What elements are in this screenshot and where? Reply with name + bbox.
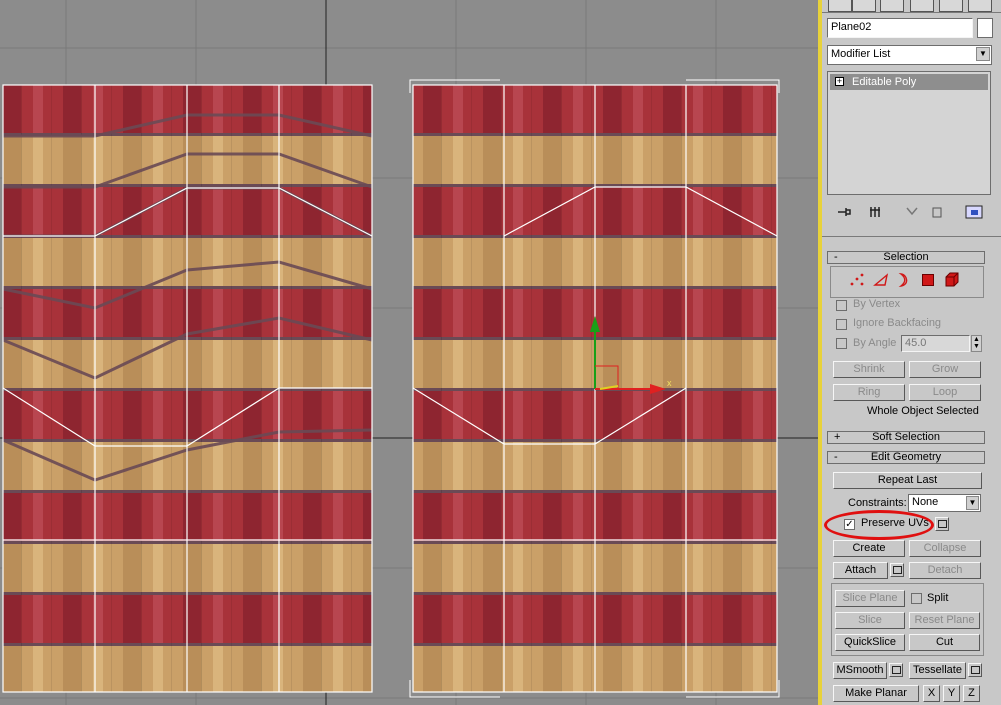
split-label: Split (927, 592, 949, 604)
edit-geometry-rollout-title: Edit Geometry (870, 451, 942, 463)
modify-tab-icon[interactable] (852, 0, 876, 12)
modifier-list-dropdown[interactable]: Modifier List ▼ (827, 45, 992, 65)
chevron-down-icon: ▼ (976, 47, 990, 61)
rollout-collapse-sign: - (834, 451, 838, 463)
planar-z-button[interactable]: Z (963, 685, 980, 702)
vertex-subobject-icon[interactable] (849, 273, 865, 287)
quickslice-button[interactable]: QuickSlice (835, 634, 905, 651)
plane-left (2, 84, 373, 693)
selection-rollout-title: Selection (883, 251, 929, 263)
display-tab-icon[interactable] (939, 0, 963, 12)
ignore-backfacing-checkbox[interactable] (836, 319, 847, 330)
tessellate-settings-button[interactable] (968, 663, 982, 677)
cut-button[interactable]: Cut (909, 634, 980, 651)
configure-sets-icon[interactable] (965, 205, 983, 219)
make-unique-icon[interactable] (905, 206, 921, 218)
highlight-ring (824, 510, 934, 540)
stack-item-editable-poly[interactable]: + Editable Poly (830, 74, 988, 90)
edit-geometry-rollout-header[interactable]: - Edit Geometry (827, 451, 985, 464)
tessellate-button[interactable]: Tessellate (909, 662, 966, 679)
motion-tab-icon[interactable] (910, 0, 934, 12)
constraints-dropdown[interactable]: None ▼ (908, 494, 981, 512)
utilities-tab-icon[interactable] (968, 0, 992, 12)
by-angle-label: By Angle (853, 337, 897, 349)
msmooth-button[interactable]: MSmooth (833, 662, 887, 679)
remove-modifier-icon[interactable] (930, 205, 944, 219)
make-planar-button[interactable]: Make Planar (833, 685, 919, 702)
command-panel: Plane02 Modifier List ▼ + Editable Poly … (822, 0, 1001, 705)
grow-button[interactable]: Grow (909, 361, 981, 378)
ring-button[interactable]: Ring (833, 384, 905, 401)
by-vertex-checkbox[interactable] (836, 300, 847, 311)
soft-selection-rollout-header[interactable]: + Soft Selection (827, 431, 985, 444)
object-name-field[interactable]: Plane02 (827, 18, 973, 38)
constraints-value: None (912, 496, 939, 508)
chevron-down-icon: ▼ (966, 496, 979, 510)
constraints-label: Constraints: (848, 497, 907, 509)
pin-stack-icon[interactable] (836, 206, 852, 218)
by-angle-value-field[interactable]: 45.0 (901, 335, 970, 352)
edge-subobject-icon[interactable] (873, 273, 889, 287)
angle-spinner-icon[interactable]: ▲ ▼ (971, 335, 982, 352)
expand-plus-icon[interactable]: + (835, 77, 844, 86)
planar-x-button[interactable]: X (923, 685, 940, 702)
split-checkbox[interactable] (911, 593, 922, 604)
slice-button[interactable]: Slice (835, 612, 905, 629)
loop-button[interactable]: Loop (909, 384, 981, 401)
planar-y-button[interactable]: Y (943, 685, 960, 702)
object-color-swatch[interactable] (977, 18, 993, 38)
border-subobject-icon[interactable] (897, 272, 911, 288)
show-end-result-icon[interactable] (868, 205, 882, 219)
create-tab-icon[interactable] (828, 0, 852, 12)
msmooth-settings-button[interactable] (889, 663, 903, 677)
modifier-stack[interactable]: + Editable Poly (827, 71, 991, 195)
rollout-collapse-sign: - (834, 251, 838, 263)
slice-plane-button[interactable]: Slice Plane (835, 590, 905, 607)
attach-button[interactable]: Attach (833, 562, 888, 579)
shrink-button[interactable]: Shrink (833, 361, 905, 378)
create-button[interactable]: Create (833, 540, 905, 557)
selection-rollout-header[interactable]: - Selection (827, 251, 985, 264)
collapse-button[interactable]: Collapse (909, 540, 981, 557)
viewport-canvas[interactable]: x (0, 0, 818, 705)
viewport-perspective[interactable]: x (0, 0, 818, 705)
stack-item-label: Editable Poly (852, 76, 917, 88)
by-angle-checkbox[interactable] (836, 338, 847, 349)
ignore-backfacing-label: Ignore Backfacing (853, 317, 942, 329)
reset-plane-button[interactable]: Reset Plane (909, 612, 980, 629)
panel-tabs (822, 0, 1001, 13)
rollout-expand-sign: + (834, 431, 841, 443)
polygon-subobject-icon[interactable] (922, 274, 934, 286)
detach-button[interactable]: Detach (909, 562, 981, 579)
attach-list-button[interactable] (890, 563, 904, 577)
soft-selection-rollout-title: Soft Selection (872, 431, 940, 443)
by-vertex-label: By Vertex (853, 298, 901, 310)
gizmo-x-label: x (667, 378, 672, 388)
preserve-uvs-settings-button[interactable] (935, 517, 949, 531)
repeat-last-button[interactable]: Repeat Last (833, 472, 982, 489)
hierarchy-tab-icon[interactable] (880, 0, 904, 12)
panel-separator (822, 236, 1001, 237)
selection-status-text: Whole Object Selected (867, 405, 979, 417)
element-subobject-icon[interactable] (944, 272, 960, 287)
modifier-list-label: Modifier List (831, 48, 891, 60)
